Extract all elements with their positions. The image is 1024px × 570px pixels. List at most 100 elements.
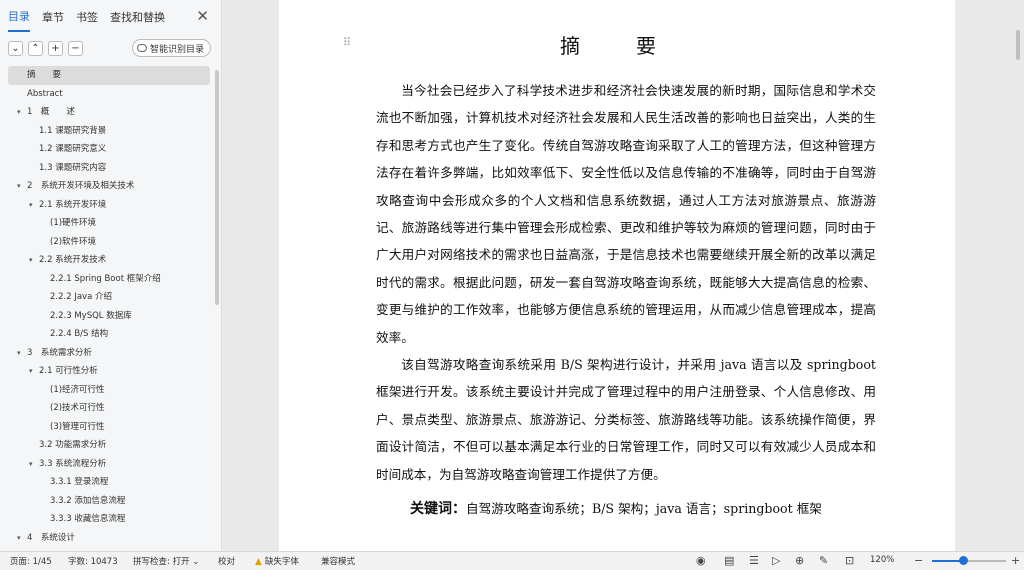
expand-arrow-icon[interactable]: ▾ xyxy=(29,455,33,474)
toc-item-label: 2.2.4 B/S 结构 xyxy=(50,329,109,339)
tab-find-replace[interactable]: 查找和替换 xyxy=(110,1,165,31)
toc-tree: 摘 要 Abstract ▾ 1 概 述 1.1 课题研究背景 1.2 课题研究意义 1.3… xyxy=(0,66,214,551)
expand-arrow-icon[interactable]: ▾ xyxy=(29,196,33,215)
eye-protect-icon[interactable]: ◉ xyxy=(696,554,706,567)
toc-item[interactable]: ▾ 3 系统需求分析 xyxy=(0,344,214,363)
toc-item[interactable]: (1)硬件环境 xyxy=(0,214,214,233)
toc-item-label: 3 系统需求分析 xyxy=(27,347,92,358)
nav-tabs: 目录 章节 书签 查找和替换 xyxy=(0,0,221,32)
zoom-level[interactable]: 120% xyxy=(870,555,894,565)
expand-arrow-icon[interactable]: ▾ xyxy=(29,251,33,270)
toc-item[interactable]: ▾ 2.2 系统开发技术 xyxy=(0,251,214,270)
expand-arrow-icon[interactable]: ▾ xyxy=(17,177,21,196)
toc-scrollbar[interactable] xyxy=(215,70,219,305)
toc-item-label: 1.3 课题研究内容 xyxy=(39,162,107,173)
toc-item[interactable]: 2.2.2 Java 介绍 xyxy=(0,288,214,307)
toc-item[interactable]: 3.3.1 登录流程 xyxy=(0,473,214,492)
toc-item[interactable]: 3.3.3 收藏信息流程 xyxy=(0,510,214,529)
toc-item[interactable]: 1.2 课题研究意义 xyxy=(0,140,214,159)
zoom-in-icon[interactable]: + xyxy=(1011,554,1020,567)
document-page[interactable]: ⠿ 摘 要 当今社会已经步入了科学技术进步和经济社会快速发展的新时期，国际信息和… xyxy=(279,0,955,551)
toc-item-label: 2.2.2 Java 介绍 xyxy=(50,292,112,302)
missing-font-button[interactable]: ▲ 缺失字体 xyxy=(255,555,299,567)
toc-item-label: 3.3.3 收藏信息流程 xyxy=(50,514,126,524)
abstract-paragraph-1: 当今社会已经步入了科学技术进步和经济社会快速发展的新时期，国际信息和学术交流也不… xyxy=(376,83,876,345)
spellcheck-toggle[interactable]: 拼写检查: 打开 ⌄ xyxy=(133,555,199,567)
page-indicator[interactable]: 页面: 1/45 xyxy=(10,555,52,567)
toc-item[interactable]: ▾ 3.3 系统流程分析 xyxy=(0,455,214,474)
toc-item[interactable]: 2.2.3 MySQL 数据库 xyxy=(0,307,214,326)
collapse-icon[interactable]: ⌄ xyxy=(8,40,23,56)
add-heading-icon[interactable]: + xyxy=(48,40,63,56)
toc-item[interactable]: ▾ 2.1 可行性分析 xyxy=(0,362,214,381)
close-panel-icon[interactable]: ✕ xyxy=(196,7,209,25)
web-view-icon[interactable]: ⊕ xyxy=(795,554,804,567)
proofread-button[interactable]: 校对 xyxy=(218,555,235,567)
abstract-paragraph-2: 该自驾游攻略查询系统采用 B/S 架构进行设计，并采用 java 语言以及 sp… xyxy=(376,357,876,482)
toc-item[interactable]: 3.2 功能需求分析 xyxy=(0,436,214,455)
missing-font-label: 缺失字体 xyxy=(264,557,299,567)
toc-item[interactable]: (1)经济可行性 xyxy=(0,381,214,400)
toc-item[interactable]: ▾ 2 系统开发环境及相关技术 xyxy=(0,177,214,196)
toc-item[interactable]: 1.3 课题研究内容 xyxy=(0,159,214,178)
tab-chapters[interactable]: 章节 xyxy=(42,1,64,31)
toc-item[interactable]: (2)软件环境 xyxy=(0,233,214,252)
toc-item[interactable]: 摘 要 xyxy=(8,66,210,85)
outline-view-icon[interactable]: ☰ xyxy=(749,554,759,567)
toc-item[interactable]: Abstract xyxy=(0,85,214,104)
toc-toolbar: ⌄ ⌃ + − 智能识别目录 xyxy=(0,34,221,62)
keywords-text: 自驾游攻略查询系统；B/S 架构；java 语言；springboot 框架 xyxy=(466,501,822,516)
toc-item[interactable]: 2.2.1 Spring Boot 框架介绍 xyxy=(0,270,214,289)
toc-item-label: 3.2 功能需求分析 xyxy=(39,440,107,450)
tab-toc[interactable]: 目录 xyxy=(8,0,30,32)
toc-item-label: (3)管理可行性 xyxy=(50,421,105,432)
toc-item-label: 3.3.2 添加信息流程 xyxy=(50,495,126,506)
toc-item-label: (1)硬件环境 xyxy=(50,218,97,228)
toc-item-label: 2.1 可行性分析 xyxy=(39,366,98,376)
word-count[interactable]: 字数: 10473 xyxy=(68,555,118,567)
navigation-panel: 目录 章节 书签 查找和替换 ✕ ⌄ ⌃ + − 智能识别目录 摘 要 Abstr… xyxy=(0,0,222,551)
expand-arrow-icon[interactable]: ▾ xyxy=(29,362,33,381)
tab-bookmarks[interactable]: 书签 xyxy=(76,1,98,31)
zoom-slider[interactable] xyxy=(932,556,1006,565)
smart-toc-button[interactable]: 智能识别目录 xyxy=(131,39,211,57)
remove-heading-icon[interactable]: − xyxy=(68,40,83,56)
keywords-label: 关键词： xyxy=(410,501,466,517)
toc-item[interactable]: 2.2.4 B/S 结构 xyxy=(0,325,214,344)
expand-arrow-icon[interactable]: ▾ xyxy=(17,529,21,548)
toc-item-label: 2.2.1 Spring Boot 框架介绍 xyxy=(50,273,161,284)
expand-icon[interactable]: ⌃ xyxy=(28,40,43,56)
zoom-out-icon[interactable]: − xyxy=(914,554,923,567)
toc-item-label: (1)经济可行性 xyxy=(50,384,105,395)
fit-page-icon[interactable]: ⊡ xyxy=(845,554,854,567)
toc-item-label: Abstract xyxy=(27,88,63,99)
play-icon[interactable]: ▷ xyxy=(772,554,780,567)
toc-item-label: 4 系统设计 xyxy=(27,532,75,543)
smart-toc-label: 智能识别目录 xyxy=(149,44,204,55)
expand-arrow-icon[interactable]: ▾ xyxy=(17,103,21,122)
page-title: 摘 要 xyxy=(560,34,674,58)
toc-item-label: 2.1 系统开发环境 xyxy=(39,199,107,210)
expand-arrow-icon[interactable]: ▾ xyxy=(17,344,21,363)
toc-item-label: 摘 要 xyxy=(27,70,62,80)
toc-item[interactable]: ▾ 1 概 述 xyxy=(0,103,214,122)
toc-item[interactable]: ▾ 4 系统设计 xyxy=(0,529,214,548)
toc-item[interactable]: (2)技术可行性 xyxy=(0,399,214,418)
edit-pen-icon[interactable]: ✎ xyxy=(819,554,828,567)
toc-item-label: 1 概 述 xyxy=(27,107,75,117)
toc-item-label: 1.2 课题研究意义 xyxy=(39,144,107,154)
toc-item[interactable]: (3)管理可行性 xyxy=(0,418,214,437)
warning-icon: ▲ xyxy=(255,557,262,567)
toc-item-label: 2 系统开发环境及相关技术 xyxy=(27,181,135,191)
page-view-icon[interactable]: ▤ xyxy=(724,554,734,567)
document-body: 当今社会已经步入了科学技术进步和经济社会快速发展的新时期，国际信息和学术交流也不… xyxy=(376,77,876,488)
document-area: ⠿ 摘 要 当今社会已经步入了科学技术进步和经济社会快速发展的新时期，国际信息和… xyxy=(223,0,1024,551)
toc-item[interactable]: 3.3.2 添加信息流程 xyxy=(0,492,214,511)
toc-item[interactable]: ▾ 2.1 系统开发环境 xyxy=(0,196,214,215)
toc-item-label: (2)技术可行性 xyxy=(50,403,105,413)
zoom-slider-knob[interactable] xyxy=(959,556,969,565)
toc-item[interactable]: 1.1 课题研究背景 xyxy=(0,122,214,141)
keywords-line: 关键词：自驾游攻略查询系统；B/S 架构；java 语言；springboot … xyxy=(410,498,822,518)
document-scrollbar[interactable] xyxy=(1016,30,1020,60)
toc-item-label: 2.2.3 MySQL 数据库 xyxy=(50,310,132,321)
